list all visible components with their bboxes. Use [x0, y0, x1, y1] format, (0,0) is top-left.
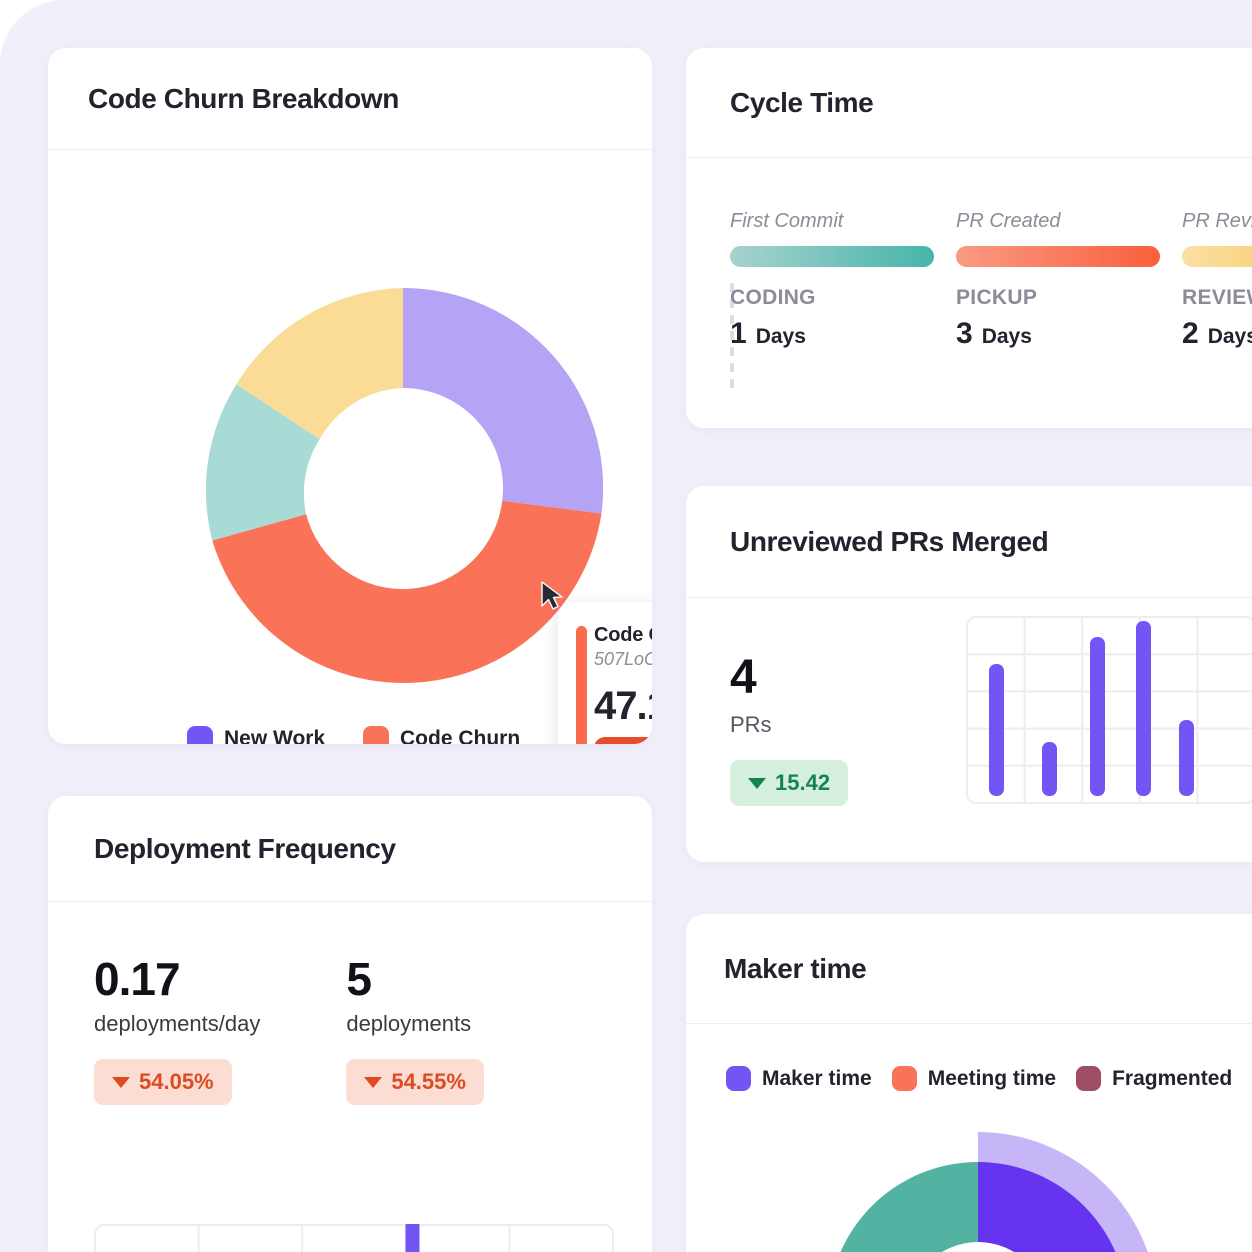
legend-item[interactable]: New Work — [187, 726, 337, 744]
cycle-stage-unit: Days — [755, 325, 806, 348]
unreviewed-change-chip: 15.42 — [730, 760, 849, 806]
card-body: First Commit CODING 1 Days PR Created PI… — [686, 158, 1252, 395]
cycle-stage-unit: Days — [981, 325, 1032, 348]
legend-label: Fragmented — [1112, 1066, 1233, 1090]
legend-item[interactable]: Fragmented — [1076, 1066, 1232, 1091]
cycle-stage-value: 2 — [1182, 317, 1199, 350]
cycle-stage-value: 1 — [730, 317, 747, 350]
cycle-stage-marker: First Commit — [730, 210, 844, 232]
cycle-stage-label: PICKUP — [956, 286, 1038, 309]
cycle-stage-label: REVIEW — [1182, 286, 1252, 309]
card-title: Maker time — [724, 952, 867, 984]
deployment-change-value: 54.05% — [139, 1069, 214, 1094]
arrow-down-icon — [112, 1076, 130, 1088]
cycle-stage-unit: Days — [1207, 325, 1252, 348]
legend-item[interactable]: Maker time — [726, 1066, 872, 1091]
maker-time-legend: Maker time Meeting time Fragmented — [686, 1066, 1252, 1091]
cycle-stage-review[interactable]: PR Review REVIEW 2 Days — [1182, 210, 1252, 351]
legend-swatch-meeting-time — [891, 1066, 917, 1091]
chart-tooltip: Code Churn 507LoC 47.15% VERY HIGH — [558, 602, 652, 744]
donut-legend: New Work Code Churn Refactor Help Others — [48, 726, 652, 744]
chart-gridlines — [197, 1225, 511, 1252]
cycle-stage-value: 3 — [956, 317, 973, 350]
legend-label: Code Churn — [400, 727, 521, 744]
deployment-value: 0.17 — [94, 953, 181, 1005]
legend-swatch-maker-time — [726, 1066, 751, 1091]
unreviewed-prs-bar-chart[interactable] — [966, 616, 1252, 804]
cycle-stage-marker: PR Created — [956, 210, 1061, 232]
donut-slice-meeting[interactable] — [828, 1162, 978, 1252]
donut-slice-new-work[interactable] — [403, 287, 604, 514]
legend-swatch-code-churn — [363, 726, 389, 744]
legend-swatch-new-work — [187, 726, 213, 744]
bar — [1179, 720, 1194, 796]
deployment-frequency-bar-chart[interactable] — [94, 1224, 614, 1252]
bar — [405, 1224, 420, 1252]
cycle-stage-list: First Commit CODING 1 Days PR Created PI… — [730, 210, 1252, 351]
maker-time-card: Maker time Maker time Meeting time Fragm… — [686, 914, 1252, 1252]
deployment-stat-total: 5 deployments 54.55% — [346, 956, 484, 1105]
card-body: 0.17 deployments/day 54.05% 5 deployment… — [48, 902, 652, 1252]
bar — [1042, 742, 1057, 796]
cycle-stage-coding[interactable]: First Commit CODING 1 Days — [730, 210, 934, 351]
card-body: 4 PRs 15.42 — [686, 598, 1252, 806]
legend-item[interactable]: Code Churn — [363, 726, 520, 744]
deployment-unit: deployments/day — [94, 1011, 261, 1036]
unreviewed-prs-merged-card: Unreviewed PRs Merged 4 PRs 15.42 — [686, 486, 1252, 862]
legend-item[interactable]: Meeting time — [891, 1066, 1057, 1091]
cycle-stage-marker: PR Review — [1182, 210, 1252, 232]
cycle-stage-pickup[interactable]: PR Created PICKUP 3 Days — [956, 210, 1160, 351]
code-churn-breakdown-card: Code Churn Breakdown Code 507LoC 47. New… — [48, 48, 652, 744]
legend-swatch-fragmented — [1076, 1066, 1102, 1091]
bar — [1136, 621, 1151, 796]
cycle-stage-bar — [730, 246, 934, 267]
card-header: Deployment Frequency — [48, 796, 652, 902]
deployment-unit: deployments — [346, 1011, 472, 1036]
dashboard-page: Code Churn Breakdown Code 507LoC 47. New… — [0, 0, 1252, 1252]
tooltip-value-number: 47.15 — [594, 684, 652, 728]
chart-bars — [405, 1224, 420, 1252]
chart-bars — [989, 621, 1194, 796]
legend-label: New Work — [224, 727, 326, 744]
tooltip-series-name: Code Churn — [594, 624, 652, 646]
cycle-time-card: Cycle Time First Commit CODING 1 Days PR… — [686, 48, 1252, 428]
card-header: Cycle Time — [686, 48, 1252, 158]
legend-label: Meeting time — [927, 1066, 1057, 1090]
maker-time-donut-chart[interactable] — [758, 1122, 1198, 1252]
card-header: Maker time — [686, 914, 1252, 1024]
card-body: Maker time Meeting time Fragmented — [686, 1024, 1252, 1252]
card-title: Cycle Time — [730, 86, 874, 118]
cycle-stage-bar — [956, 246, 1160, 267]
deployment-stats: 0.17 deployments/day 54.05% 5 deployment… — [94, 956, 652, 1105]
bar — [989, 664, 1004, 796]
card-title: Deployment Frequency — [94, 832, 396, 864]
deployment-change-value: 54.55% — [391, 1069, 466, 1094]
donut-svg — [205, 287, 604, 683]
arrow-down-icon — [364, 1076, 383, 1088]
deployment-change-chip: 54.05% — [94, 1059, 232, 1105]
arrow-down-icon — [748, 777, 766, 789]
tooltip-subtitle: 507LoC — [594, 649, 652, 669]
cycle-stage-value-row: 2 Days — [1182, 317, 1252, 351]
cycle-stage-label: CODING — [730, 286, 816, 309]
code-churn-donut-chart[interactable] — [200, 285, 606, 691]
deployment-change-chip: 54.55% — [346, 1059, 484, 1105]
page-title: Code Churn Breakdown — [88, 82, 399, 114]
cycle-stage-value-row: 1 Days — [730, 317, 934, 351]
bar — [1090, 637, 1105, 796]
chart-gridlines — [967, 617, 1252, 803]
unreviewed-change-value: 15.42 — [775, 770, 831, 795]
card-header: Code Churn Breakdown — [48, 48, 652, 150]
card-title: Unreviewed PRs Merged — [730, 525, 1049, 557]
deployment-stat-per-day: 0.17 deployments/day 54.05% — [94, 956, 260, 1105]
tooltip-value: 47.15% — [594, 684, 652, 729]
legend-label: Maker time — [762, 1066, 872, 1090]
deployment-frequency-card: Deployment Frequency 0.17 deployments/da… — [48, 796, 652, 1252]
card-header: Unreviewed PRs Merged — [686, 486, 1252, 598]
cycle-stage-bar — [1182, 246, 1252, 267]
cycle-stage-value-row: 3 Days — [956, 317, 1160, 351]
deployment-value: 5 — [346, 953, 372, 1005]
